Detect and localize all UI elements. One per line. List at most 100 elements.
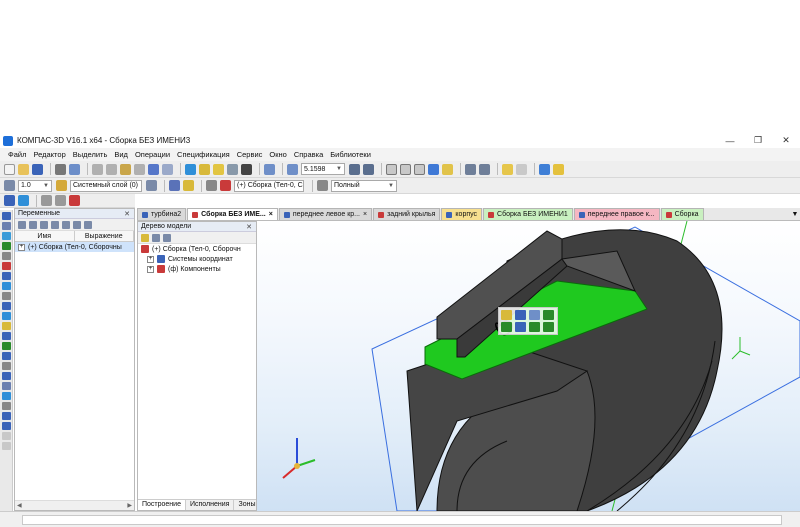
print-icon[interactable] xyxy=(55,163,66,175)
expand-toggle[interactable]: + xyxy=(147,265,154,273)
zoom-window-icon[interactable] xyxy=(264,163,275,175)
grid-icon[interactable] xyxy=(4,180,15,191)
close-tab-icon[interactable]: × xyxy=(363,211,367,218)
view-tool-icon[interactable] xyxy=(2,392,11,400)
aux-geometry-icon[interactable] xyxy=(2,252,11,260)
rebuild-icon[interactable] xyxy=(62,220,70,229)
selection-tool-icon[interactable] xyxy=(2,382,11,390)
line-scale-combo[interactable]: 1.0 ▼ xyxy=(18,179,52,192)
surface-tool-icon[interactable] xyxy=(2,232,11,240)
variables-row[interactable]: + (+) Сборка (Тел-0, Сборочны xyxy=(15,242,134,252)
close-icon[interactable]: ✕ xyxy=(246,223,252,231)
context-icon[interactable] xyxy=(220,180,231,191)
sketch-icon[interactable] xyxy=(146,180,157,191)
wireframe-icon[interactable] xyxy=(400,163,411,175)
tool-icon[interactable] xyxy=(2,432,11,440)
visibility-icon[interactable] xyxy=(516,163,527,175)
close-icon[interactable]: ✕ xyxy=(124,210,130,218)
open-folder-icon[interactable] xyxy=(18,163,29,175)
extra-tool-icon[interactable] xyxy=(2,402,11,410)
tab-versions[interactable]: Исполнения xyxy=(186,500,235,510)
zoom-combo[interactable]: 5.1598 ▼ xyxy=(301,163,345,175)
zoom-in-icon[interactable] xyxy=(287,163,298,175)
minimize-button[interactable]: — xyxy=(716,133,744,148)
copy-icon[interactable] xyxy=(106,163,117,175)
undo-icon[interactable] xyxy=(148,163,159,175)
cut-icon[interactable] xyxy=(92,163,103,175)
add-variable-icon[interactable] xyxy=(18,220,26,229)
menu-service[interactable]: Сервис xyxy=(237,150,263,159)
document-tab[interactable]: Сборка xyxy=(660,208,704,220)
shaded-icon[interactable] xyxy=(428,163,439,175)
filter-tool-icon[interactable] xyxy=(2,282,11,290)
filters-icon[interactable] xyxy=(502,163,513,175)
variables-icon[interactable] xyxy=(213,163,224,175)
close-tab-icon[interactable]: × xyxy=(269,211,273,218)
spec-icon[interactable] xyxy=(69,195,80,206)
properties-icon[interactable] xyxy=(134,163,145,175)
zoom-icon[interactable] xyxy=(529,310,540,320)
elements-tool-icon[interactable] xyxy=(2,312,11,320)
list-icon[interactable] xyxy=(55,195,66,206)
tab-construction[interactable]: Построение xyxy=(138,500,186,510)
coordinates-icon[interactable] xyxy=(169,180,180,191)
plane-icon[interactable] xyxy=(529,322,540,332)
menu-edit[interactable]: Редактор xyxy=(33,150,65,159)
column-expression[interactable]: Выражение xyxy=(75,231,134,241)
edit-tool-icon[interactable] xyxy=(2,212,11,220)
shaded-edges-icon[interactable] xyxy=(442,163,453,175)
menu-operations[interactable]: Операции xyxy=(135,150,170,159)
section-icon[interactable] xyxy=(479,163,490,175)
document-tab[interactable]: корпус xyxy=(441,208,483,220)
tree-mode-icon[interactable] xyxy=(141,233,149,242)
column-name[interactable]: Имя xyxy=(15,231,75,241)
scroll-left-icon[interactable]: ◀ xyxy=(17,502,22,509)
fastener-tool-icon[interactable] xyxy=(2,352,11,360)
view-orientation-icon[interactable] xyxy=(386,163,397,175)
document-tab[interactable]: задний крылья xyxy=(373,208,441,220)
tool-icon[interactable] xyxy=(2,422,11,430)
menu-libraries[interactable]: Библиотеки xyxy=(330,150,371,159)
rotate-icon[interactable] xyxy=(349,163,360,175)
part-icon[interactable] xyxy=(4,195,15,206)
document-tab[interactable]: переднее правое к... xyxy=(573,208,660,220)
new-document-icon[interactable] xyxy=(4,163,15,175)
menu-help[interactable]: Справка xyxy=(294,150,323,159)
library-icon[interactable] xyxy=(199,163,210,175)
sketch-icon[interactable] xyxy=(501,322,512,332)
extrude-icon[interactable] xyxy=(515,322,526,332)
expand-toggle[interactable]: + xyxy=(147,255,154,263)
layer-icon[interactable] xyxy=(56,180,67,191)
scroll-right-icon[interactable]: ▶ xyxy=(127,502,132,509)
markup-tool-icon[interactable] xyxy=(2,372,11,380)
help-pointer-icon[interactable] xyxy=(241,163,252,175)
tree-item-coordinate-systems[interactable]: + Системы координат xyxy=(138,254,256,264)
menu-view[interactable]: Вид xyxy=(114,150,128,159)
tool-icon[interactable] xyxy=(2,442,11,450)
perspective-icon[interactable] xyxy=(465,163,476,175)
layer-combo[interactable]: Системный слой (0) ▼ xyxy=(70,179,142,192)
document-tab[interactable]: турбина2 xyxy=(137,208,187,220)
tree-view-icon[interactable] xyxy=(152,233,160,242)
sheet-tool-icon[interactable] xyxy=(2,322,11,330)
display-mode-combo[interactable]: Полный ▼ xyxy=(331,179,397,192)
menu-window[interactable]: Окно xyxy=(269,150,286,159)
spec-tool-icon[interactable] xyxy=(2,292,11,300)
close-button[interactable]: ✕ xyxy=(772,133,800,148)
table-icon[interactable] xyxy=(41,195,52,206)
assembly-icon[interactable] xyxy=(18,195,29,206)
filter-icon[interactable] xyxy=(73,220,81,229)
weld-tool-icon[interactable] xyxy=(2,342,11,350)
settings-icon[interactable] xyxy=(84,220,92,229)
sketch-tool-icon[interactable] xyxy=(2,222,11,230)
normal-icon[interactable] xyxy=(543,310,554,320)
measure-icon[interactable] xyxy=(227,163,238,175)
document-tab[interactable]: Сборка БЕЗ ИМЕНИ1 xyxy=(483,208,573,220)
pan-icon[interactable] xyxy=(363,163,374,175)
paste-icon[interactable] xyxy=(120,163,131,175)
array-tool-icon[interactable] xyxy=(2,242,11,250)
measure-icon[interactable] xyxy=(543,322,554,332)
measure-tool-icon[interactable] xyxy=(2,272,11,280)
manager-icon[interactable] xyxy=(185,163,196,175)
hidden-lines-icon[interactable] xyxy=(414,163,425,175)
